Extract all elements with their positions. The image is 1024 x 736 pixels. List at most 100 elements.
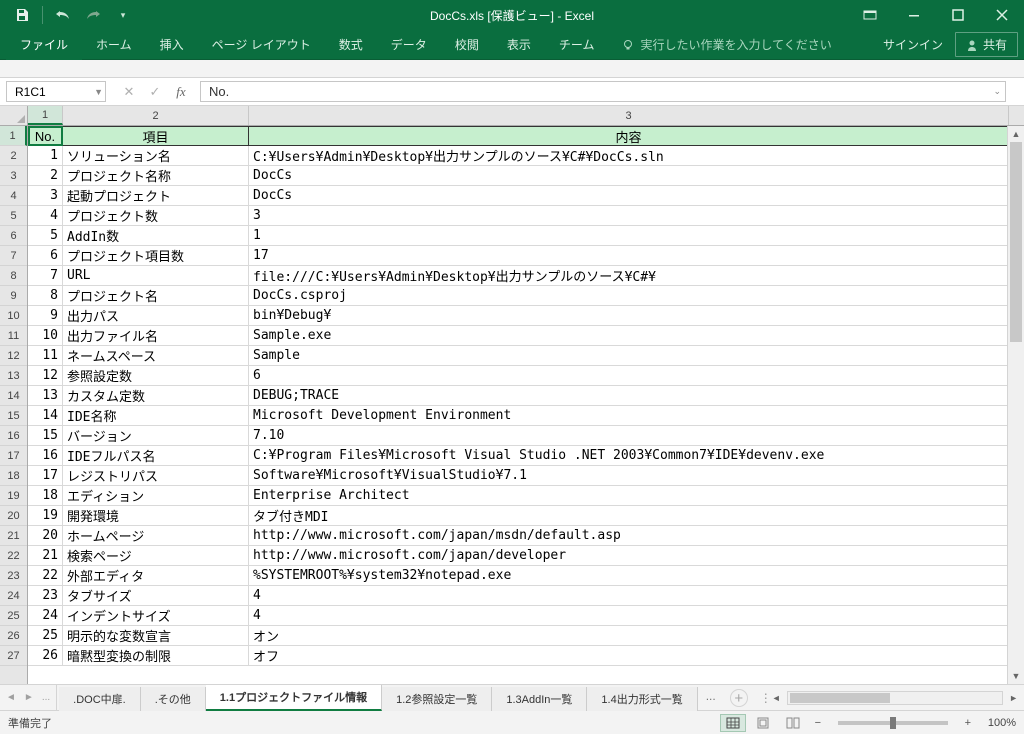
- zoom-out-button[interactable]: −: [810, 717, 826, 729]
- view-page-layout-button[interactable]: [750, 714, 776, 732]
- cell-item[interactable]: 起動プロジェクト: [63, 186, 249, 205]
- row-header[interactable]: 4: [0, 186, 27, 206]
- row-header[interactable]: 8: [0, 266, 27, 286]
- cell-no[interactable]: 11: [28, 346, 63, 365]
- cell-content[interactable]: 7.10: [249, 426, 1009, 445]
- cell-item[interactable]: レジストリパス: [63, 466, 249, 485]
- ribbon-tab-team[interactable]: チーム: [545, 30, 609, 60]
- row-header[interactable]: 21: [0, 526, 27, 546]
- cell-no[interactable]: 25: [28, 626, 63, 645]
- cell-no[interactable]: 14: [28, 406, 63, 425]
- cell-item[interactable]: 暗黙型変換の制限: [63, 646, 249, 665]
- redo-button[interactable]: [79, 3, 107, 27]
- cell-content[interactable]: タブ付きMDI: [249, 506, 1009, 525]
- cell-no[interactable]: 26: [28, 646, 63, 665]
- cell-content[interactable]: DocCs.csproj: [249, 286, 1009, 305]
- row-header[interactable]: 14: [0, 386, 27, 406]
- cell-item[interactable]: プロジェクト項目数: [63, 246, 249, 265]
- cell-item[interactable]: URL: [63, 266, 249, 285]
- cell-content[interactable]: オフ: [249, 646, 1009, 665]
- cell-item[interactable]: エディション: [63, 486, 249, 505]
- add-sheet-button[interactable]: +: [730, 689, 748, 707]
- accept-formula-button[interactable]: ✓: [142, 84, 168, 100]
- cell-no[interactable]: 6: [28, 246, 63, 265]
- cell-item[interactable]: インデントサイズ: [63, 606, 249, 625]
- cell-content[interactable]: C:¥Users¥Admin¥Desktop¥出力サンプルのソース¥C#¥Doc…: [249, 146, 1009, 165]
- header-cell-content[interactable]: 内容: [249, 127, 1009, 145]
- ribbon-tab-view[interactable]: 表示: [493, 30, 545, 60]
- row-header[interactable]: 7: [0, 246, 27, 266]
- row-header[interactable]: 15: [0, 406, 27, 426]
- zoom-slider[interactable]: [838, 721, 948, 725]
- header-cell-item[interactable]: 項目: [63, 127, 249, 145]
- cell-item[interactable]: タブサイズ: [63, 586, 249, 605]
- row-header[interactable]: 3: [0, 166, 27, 186]
- cell-content[interactable]: DocCs: [249, 186, 1009, 205]
- row-header[interactable]: 25: [0, 606, 27, 626]
- view-page-break-button[interactable]: [780, 714, 806, 732]
- signin-link[interactable]: サインイン: [883, 36, 943, 53]
- tab-nav-ellipsis[interactable]: ...: [42, 692, 50, 703]
- row-header[interactable]: 19: [0, 486, 27, 506]
- column-header-2[interactable]: 2: [63, 106, 249, 125]
- select-all-corner[interactable]: [0, 106, 28, 125]
- row-header[interactable]: 22: [0, 546, 27, 566]
- row-header[interactable]: 10: [0, 306, 27, 326]
- cell-content[interactable]: 17: [249, 246, 1009, 265]
- column-header-3[interactable]: 3: [249, 106, 1009, 125]
- cell-item[interactable]: 参照設定数: [63, 366, 249, 385]
- cell-no[interactable]: 7: [28, 266, 63, 285]
- cell-no[interactable]: 10: [28, 326, 63, 345]
- customize-qat-button[interactable]: ▾: [109, 3, 137, 27]
- cell-no[interactable]: 18: [28, 486, 63, 505]
- cell-content[interactable]: 3: [249, 206, 1009, 225]
- cancel-formula-button[interactable]: ✕: [116, 84, 142, 100]
- cell-item[interactable]: 開発環境: [63, 506, 249, 525]
- cell-item[interactable]: 明示的な変数宣言: [63, 626, 249, 645]
- cell-content[interactable]: オン: [249, 626, 1009, 645]
- ribbon-tab-review[interactable]: 校閲: [441, 30, 493, 60]
- cell-item[interactable]: IDEフルパス名: [63, 446, 249, 465]
- expand-formula-bar-icon[interactable]: ⌄: [993, 86, 1001, 97]
- row-header[interactable]: 23: [0, 566, 27, 586]
- row-header[interactable]: 13: [0, 366, 27, 386]
- row-header[interactable]: 1: [0, 126, 27, 146]
- cell-no[interactable]: 3: [28, 186, 63, 205]
- cell-content[interactable]: 1: [249, 226, 1009, 245]
- scroll-right-icon[interactable]: ►: [1009, 693, 1018, 703]
- cell-content[interactable]: 4: [249, 606, 1009, 625]
- cell-item[interactable]: 検索ページ: [63, 546, 249, 565]
- row-header[interactable]: 5: [0, 206, 27, 226]
- chevron-down-icon[interactable]: ▼: [94, 87, 103, 97]
- cell-content[interactable]: Enterprise Architect: [249, 486, 1009, 505]
- cell-content[interactable]: Microsoft Development Environment: [249, 406, 1009, 425]
- ribbon-tab-page-layout[interactable]: ページ レイアウト: [198, 30, 325, 60]
- horizontal-scrollbar[interactable]: [787, 691, 1003, 705]
- cell-item[interactable]: カスタム定数: [63, 386, 249, 405]
- cell-content[interactable]: file:///C:¥Users¥Admin¥Desktop¥出力サンプルのソー…: [249, 266, 1009, 285]
- tab-nav-first-icon[interactable]: ◄: [6, 692, 16, 703]
- scroll-up-icon[interactable]: ▲: [1008, 126, 1024, 142]
- share-button[interactable]: 共有: [955, 32, 1018, 57]
- cell-content[interactable]: Sample: [249, 346, 1009, 365]
- ribbon-tab-insert[interactable]: 挿入: [146, 30, 198, 60]
- row-header[interactable]: 20: [0, 506, 27, 526]
- cell-no[interactable]: 12: [28, 366, 63, 385]
- scroll-split-icon[interactable]: ⋮: [760, 691, 772, 705]
- tab-nav-prev-icon[interactable]: ►: [24, 692, 34, 703]
- ribbon-tab-data[interactable]: データ: [377, 30, 441, 60]
- cell-content[interactable]: 4: [249, 586, 1009, 605]
- cell-content[interactable]: DocCs: [249, 166, 1009, 185]
- vertical-scroll-thumb[interactable]: [1010, 142, 1022, 342]
- cell-no[interactable]: 5: [28, 226, 63, 245]
- cell-no[interactable]: 21: [28, 546, 63, 565]
- name-box[interactable]: R1C1 ▼: [6, 81, 106, 102]
- scroll-down-icon[interactable]: ▼: [1008, 668, 1024, 684]
- cell-no[interactable]: 16: [28, 446, 63, 465]
- column-header-1[interactable]: 1: [28, 106, 63, 125]
- cell-no[interactable]: 9: [28, 306, 63, 325]
- cell-item[interactable]: ホームページ: [63, 526, 249, 545]
- cell-content[interactable]: Software¥Microsoft¥VisualStudio¥7.1: [249, 466, 1009, 485]
- cell-item[interactable]: 出力ファイル名: [63, 326, 249, 345]
- row-header[interactable]: 17: [0, 446, 27, 466]
